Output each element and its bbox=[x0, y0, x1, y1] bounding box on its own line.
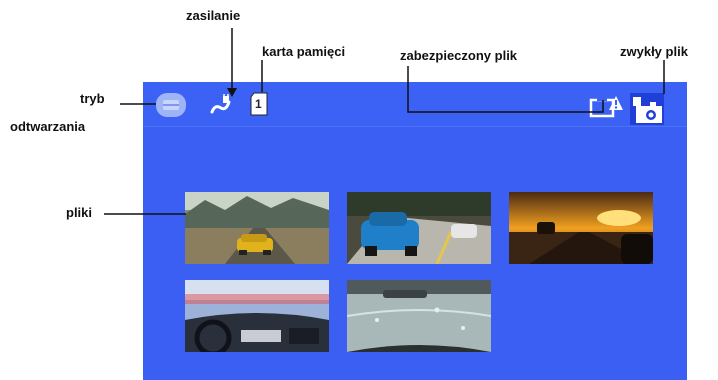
thumb-sunset-road[interactable] bbox=[509, 192, 653, 264]
callout-protected-file: zabezpieczony plik bbox=[400, 48, 518, 63]
power-icon bbox=[209, 94, 233, 123]
callout-playback-mode-line2: odtwarzania bbox=[10, 119, 86, 134]
camera-playback-screen: 1 bbox=[143, 82, 687, 380]
playback-mode-icon bbox=[155, 92, 187, 123]
normal-file-icon bbox=[630, 93, 664, 130]
thumb-blue-car-road[interactable] bbox=[347, 192, 491, 264]
thumb-dashboard-view[interactable] bbox=[185, 280, 329, 352]
callout-playback-mode-line1: tryb bbox=[80, 91, 105, 106]
callout-power: zasilanie bbox=[186, 8, 241, 23]
memory-card-number: 1 bbox=[255, 97, 262, 111]
thumb-yellow-car-desert[interactable] bbox=[185, 192, 329, 264]
thumb-wet-windshield[interactable] bbox=[347, 280, 491, 352]
callout-files: pliki bbox=[66, 205, 93, 220]
callout-normal-file: zwykły plik bbox=[620, 44, 688, 59]
memory-card-icon: 1 bbox=[249, 92, 269, 121]
protected-file-icon bbox=[589, 94, 625, 125]
callout-memory-card: karta pamięci bbox=[262, 44, 346, 59]
